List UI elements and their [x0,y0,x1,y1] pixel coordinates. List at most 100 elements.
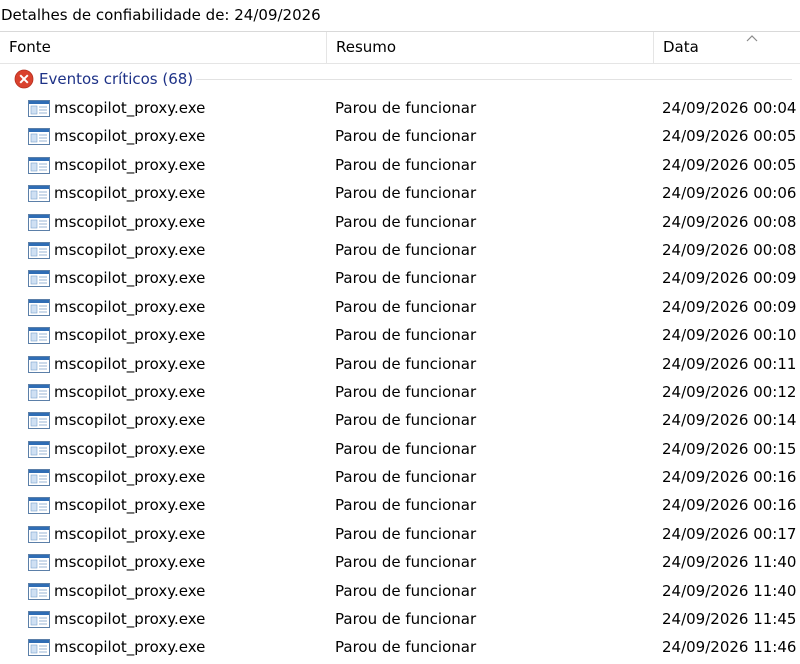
table-row[interactable]: mscopilot_proxy.exe Parou de funcionar 2… [0,378,800,406]
application-window-icon [28,100,50,117]
cell-source: mscopilot_proxy.exe [54,240,206,259]
cell-summary: Parou de funcionar [335,468,477,487]
cell-date: 24/09/2026 00:04 [662,99,797,117]
cell-date: 24/09/2026 00:11 [662,354,797,373]
cell-date: 24/09/2026 00:09 [662,297,797,316]
cell-date: 24/09/2026 00:12 [662,382,797,401]
cell-summary: Parou de funcionar [335,326,477,345]
cell-summary: Parou de funcionar [335,240,477,259]
cell-source: mscopilot_proxy.exe [54,553,206,572]
cell-source: mscopilot_proxy.exe [54,638,206,657]
application-window-icon [28,639,50,657]
table-row[interactable]: mscopilot_proxy.exe Parou de funcionar 2… [0,151,800,179]
cell-date: 24/09/2026 11:40 [662,553,797,572]
cell-summary: Parou de funcionar [335,610,477,629]
table-row[interactable]: mscopilot_proxy.exe Parou de funcionar 2… [0,548,800,576]
application-window-icon [28,469,50,487]
cell-source: mscopilot_proxy.exe [54,354,206,373]
application-window-icon [28,525,50,543]
page-title: Detalhes de confiabilidade de: 24/09/202… [1,6,321,24]
table-row[interactable]: mscopilot_proxy.exe Parou de funcionar 2… [0,406,800,434]
application-window-icon [28,582,50,600]
table-row[interactable]: mscopilot_proxy.exe Parou de funcionar 2… [0,350,800,378]
table-row[interactable]: mscopilot_proxy.exe Parou de funcionar 2… [0,633,800,661]
cell-source: mscopilot_proxy.exe [54,184,206,203]
events-list: mscopilot_proxy.exe Parou de funcionar 2… [0,94,800,662]
cell-summary: Parou de funcionar [335,127,477,146]
table-row[interactable]: mscopilot_proxy.exe Parou de funcionar 2… [0,94,800,122]
column-header-row: Fonte Resumo Data [0,31,800,64]
table-row[interactable]: mscopilot_proxy.exe Parou de funcionar 2… [0,491,800,519]
table-row[interactable]: mscopilot_proxy.exe Parou de funcionar 2… [0,293,800,321]
application-window-icon [28,554,50,572]
cell-source: mscopilot_proxy.exe [54,439,206,458]
cell-date: 24/09/2026 00:09 [662,269,797,288]
cell-summary: Parou de funcionar [335,524,477,543]
cell-summary: Parou de funcionar [335,269,477,288]
cell-source: mscopilot_proxy.exe [54,99,206,117]
cell-source: mscopilot_proxy.exe [54,326,206,345]
cell-source: mscopilot_proxy.exe [54,127,206,146]
table-row[interactable]: mscopilot_proxy.exe Parou de funcionar 2… [0,236,800,264]
cell-date: 24/09/2026 00:05 [662,127,797,146]
table-row[interactable]: mscopilot_proxy.exe Parou de funcionar 2… [0,605,800,633]
cell-source: mscopilot_proxy.exe [54,581,206,600]
cell-date: 24/09/2026 11:46 [662,638,797,657]
table-row[interactable]: mscopilot_proxy.exe Parou de funcionar 2… [0,435,800,463]
column-header-fonte[interactable]: Fonte [0,32,327,63]
column-header-data[interactable]: Data [654,32,800,63]
application-window-icon [28,440,50,458]
error-icon [14,69,34,89]
cell-summary: Parou de funcionar [335,553,477,572]
cell-summary: Parou de funcionar [335,99,477,117]
cell-summary: Parou de funcionar [335,411,477,430]
cell-summary: Parou de funcionar [335,354,477,373]
cell-source: mscopilot_proxy.exe [54,524,206,543]
cell-date: 24/09/2026 11:45 [662,610,797,629]
application-window-icon [28,270,50,288]
application-window-icon [28,355,50,373]
application-window-icon [28,298,50,316]
application-window-icon [28,412,50,430]
application-window-icon [28,497,50,515]
group-critical-events[interactable]: Eventos críticos (68) [0,66,800,92]
cell-date: 24/09/2026 00:10 [662,326,797,345]
table-row[interactable]: mscopilot_proxy.exe Parou de funcionar 2… [0,264,800,292]
cell-summary: Parou de funcionar [335,439,477,458]
cell-source: mscopilot_proxy.exe [54,496,206,515]
table-row[interactable]: mscopilot_proxy.exe Parou de funcionar 2… [0,179,800,207]
cell-date: 24/09/2026 00:17 [662,524,797,543]
application-window-icon [28,383,50,401]
column-header-resumo[interactable]: Resumo [327,32,654,63]
table-row[interactable]: mscopilot_proxy.exe Parou de funcionar 2… [0,208,800,236]
cell-summary: Parou de funcionar [335,382,477,401]
application-window-icon [28,213,50,231]
cell-summary: Parou de funcionar [335,638,477,657]
cell-summary: Parou de funcionar [335,184,477,203]
cell-summary: Parou de funcionar [335,212,477,231]
cell-date: 24/09/2026 11:40 [662,581,797,600]
cell-date: 24/09/2026 00:15 [662,439,797,458]
cell-source: mscopilot_proxy.exe [54,297,206,316]
cell-source: mscopilot_proxy.exe [54,155,206,174]
application-window-icon [28,185,50,203]
table-row[interactable]: mscopilot_proxy.exe Parou de funcionar 2… [0,463,800,491]
table-row[interactable]: mscopilot_proxy.exe Parou de funcionar 2… [0,520,800,548]
application-window-icon [28,327,50,345]
cell-date: 24/09/2026 00:16 [662,468,797,487]
table-row[interactable]: mscopilot_proxy.exe Parou de funcionar 2… [0,122,800,150]
cell-summary: Parou de funcionar [335,155,477,174]
table-row[interactable]: mscopilot_proxy.exe Parou de funcionar 2… [0,577,800,605]
cell-source: mscopilot_proxy.exe [54,468,206,487]
table-row[interactable]: mscopilot_proxy.exe Parou de funcionar 2… [0,321,800,349]
application-window-icon [28,611,50,629]
cell-summary: Parou de funcionar [335,496,477,515]
cell-date: 24/09/2026 00:05 [662,155,797,174]
application-window-icon [28,156,50,174]
cell-source: mscopilot_proxy.exe [54,212,206,231]
group-divider [196,79,792,80]
cell-summary: Parou de funcionar [335,581,477,600]
cell-source: mscopilot_proxy.exe [54,610,206,629]
cell-date: 24/09/2026 00:06 [662,184,797,203]
cell-date: 24/09/2026 00:08 [662,240,797,259]
